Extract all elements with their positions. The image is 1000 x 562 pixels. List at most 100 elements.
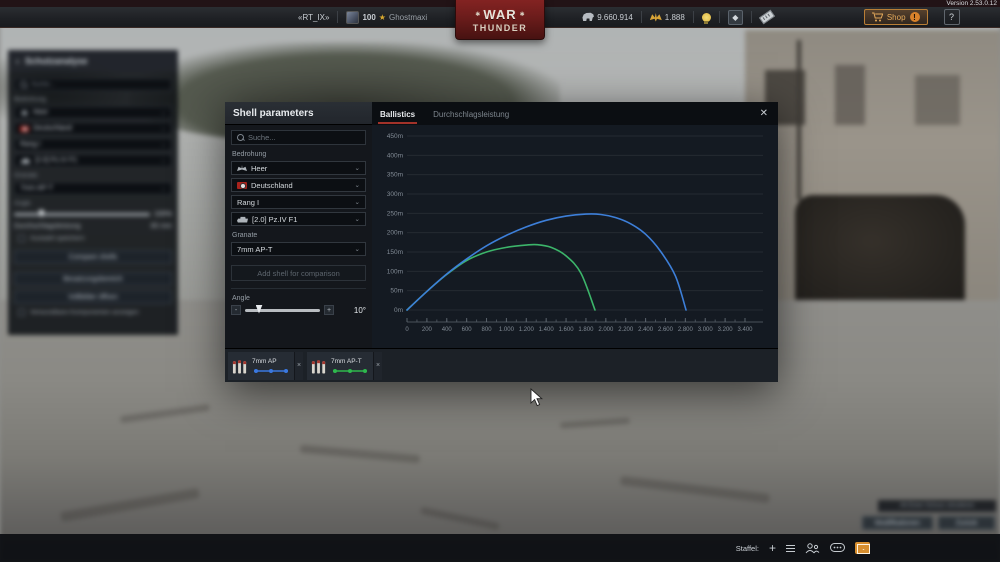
chevron-down-icon: ⌄ [161,109,166,116]
sidebar-title: Schutzanalyse [25,56,88,66]
lightbulb-icon [702,13,711,22]
checkbox-icon[interactable] [18,309,25,316]
angle-label: Angle [232,295,365,302]
add-shell-comparison-button[interactable]: Add shell for comparison [231,265,366,281]
series-legend-line [331,368,369,374]
svg-text:1.400: 1.400 [539,327,555,333]
army-dropdown[interactable]: Heer ⌄ [231,161,366,175]
squadron-tag[interactable]: «RT_IX» [298,13,329,22]
star-icon: ★ [379,13,386,22]
sidebar-rank-dropdown[interactable]: Rang I ⌄ [14,138,172,151]
search-field[interactable] [231,130,366,145]
shell-card-7mm-ap-t[interactable]: 7mm AP-T × [307,352,382,380]
svg-text:3.000: 3.000 [698,327,714,333]
sidebar-vehicle-dropdown[interactable]: [2.0] Pz.IV F1 ⌄ [14,154,172,167]
search-icon [237,134,244,141]
svg-text:0m: 0m [394,307,403,314]
items-button[interactable] [760,13,774,21]
svg-text:3.400: 3.400 [737,327,753,333]
back-arrow-icon[interactable]: ‹ [16,56,19,66]
rank-dropdown[interactable]: Rang I ⌄ [231,195,366,209]
silver-lions-balance[interactable]: 9.660.914 [582,12,633,22]
sidebar-checkbox-2[interactable]: Verwundbare Komponenten anzeigen [18,309,172,316]
logo-war-text: WAR [483,7,516,22]
shell-card-7mm-ap[interactable]: 7mm AP × [228,352,303,380]
svg-text:200m: 200m [387,230,403,237]
svg-text:200: 200 [422,327,433,333]
shell-parameters-panel: Shell parameters Bedrohung Heer ⌄ Deutsc… [225,102,372,348]
tab-ballistics[interactable]: Ballistics [378,104,417,124]
svg-text:2.200: 2.200 [618,327,634,333]
contacts-icon[interactable] [805,543,820,554]
ruler-icon [759,10,775,25]
sidebar-shell-label: Granate [14,172,172,179]
chevron-down-icon: ⌄ [355,245,360,253]
svg-text:600: 600 [462,327,473,333]
wishes-button[interactable] [702,13,711,22]
nation-dropdown[interactable]: Deutschland ⌄ [231,178,366,192]
close-icon[interactable]: ✕ [756,106,772,121]
svg-text:300m: 300m [387,191,403,198]
achievements-button[interactable]: ◆ [728,10,743,25]
tank-icon [237,216,248,223]
sidebar-shell-dropdown[interactable]: 7mm AP-T ⌄ [14,182,172,195]
vehicle-dropdown[interactable]: [2.0] Pz.IV F1 ⌄ [231,212,366,226]
svg-text:2.400: 2.400 [638,327,654,333]
squad-label: Staffel: [736,544,759,553]
warning-icon: ! [910,12,920,22]
angle-slider-thumb[interactable] [256,305,263,314]
svg-text:1.200: 1.200 [519,327,535,333]
svg-text:400m: 400m [387,152,403,159]
modifications-button[interactable]: Modifikationen [862,516,933,530]
chevron-down-icon: ⌄ [355,215,360,223]
sidebar-row-button-1[interactable]: Besatzungsbereich [14,272,172,286]
back-button[interactable]: Zurück [938,516,995,530]
angle-increase-button[interactable]: + [324,305,334,315]
germany-flag-icon [237,182,247,189]
list-icon[interactable] [786,545,795,552]
shop-button[interactable]: Shop ! [864,9,928,25]
svg-text:2.000: 2.000 [598,327,614,333]
svg-text:3.200: 3.200 [718,327,734,333]
chevron-down-icon: ⌄ [355,198,360,206]
svg-text:450m: 450m [387,133,403,140]
war-thunder-screen: ‹ Schutzanalyse Suche... Bedrohung Heer … [0,0,1000,562]
chat-icon[interactable] [830,543,845,554]
search-input[interactable] [248,133,360,142]
chevron-down-icon: ⌄ [355,181,360,189]
ballistics-chart: 0m50m100m150m200m250m300m350m400m450m020… [372,125,778,348]
compare-shells-button[interactable]: Compare shells [14,250,172,264]
sidebar-row-button-2[interactable]: Vollbilder öffnen [14,290,172,304]
search-icon [20,81,27,88]
slider-thumb[interactable] [38,210,44,218]
golden-eagles-balance[interactable]: 1.888 [650,13,685,22]
sidebar-checkbox-1[interactable]: Auswahl speichern [18,235,172,242]
mail-icon[interactable] [855,542,870,554]
angle-slider-track[interactable] [245,309,320,312]
war-thunder-logo[interactable]: ✱ WAR ✱ THUNDER [455,0,545,40]
squad-invite-icon[interactable]: + [769,541,776,555]
svg-text:2.600: 2.600 [658,327,674,333]
remove-shell-icon[interactable]: × [294,352,303,380]
shell-dropdown[interactable]: 7mm AP-T ⌄ [231,242,366,256]
checkbox-icon[interactable] [18,235,25,242]
logo-thunder-text: THUNDER [473,23,528,33]
sidebar-angle-slider[interactable]: 100% [14,211,172,218]
player-profile[interactable]: 100 ★ Ghostmaxi [346,11,427,24]
help-button[interactable]: ? [944,9,960,25]
angle-decrease-button[interactable]: - [231,305,241,315]
sidebar-army-dropdown[interactable]: Heer ⌄ [14,106,172,119]
tab-penetration[interactable]: Durchschlagsleistung [431,104,511,124]
chevron-down-icon: ⌄ [161,185,166,192]
background-pole [797,40,801,200]
player-level: 100 [362,13,375,22]
avatar[interactable] [346,11,359,24]
sidebar-nation-dropdown[interactable]: Deutschland ⌄ [14,122,172,135]
ballistics-panel: Ballistics Durchschlagsleistung ✕ 0m50m1… [372,102,778,348]
army-icon [20,110,29,116]
remove-shell-icon[interactable]: × [373,352,382,380]
angle-value: 10° [344,306,366,315]
chevron-down-icon: ⌄ [161,141,166,148]
simulate-shot-hint: Alt Einen Schuss simulieren [878,500,996,512]
sidebar-search-input[interactable]: Suche... [14,78,172,91]
